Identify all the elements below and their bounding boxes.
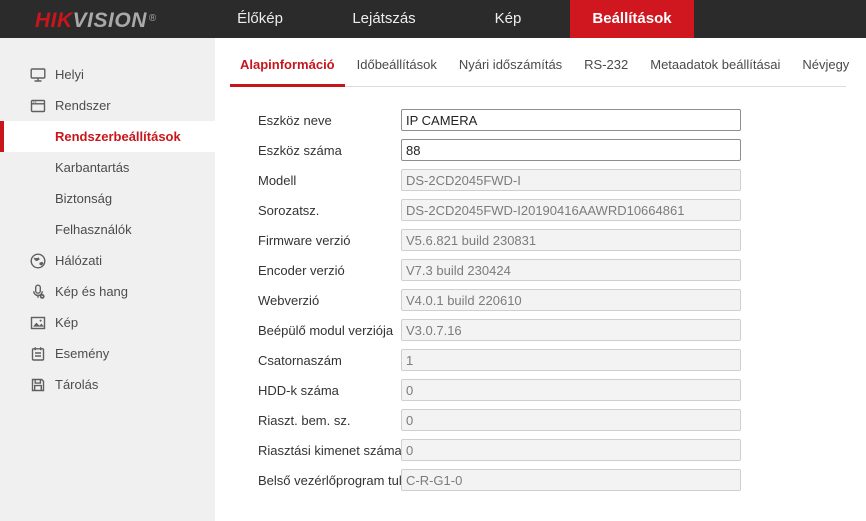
tab-time-settings[interactable]: Időbeállítások xyxy=(347,46,447,86)
image-icon xyxy=(29,314,47,332)
sidebar-item-label: Biztonság xyxy=(55,191,113,206)
device-name-input[interactable] xyxy=(401,109,741,131)
sidebar-item-image[interactable]: Kép xyxy=(0,307,215,338)
form-row: Eszköz neve xyxy=(215,105,866,135)
serial-no-label: Sorozatsz. xyxy=(258,202,320,218)
model-label: Modell xyxy=(258,172,297,188)
encoder-version-label: Encoder verzió xyxy=(258,262,345,278)
sidebar-item-label: Felhasználók xyxy=(55,222,132,237)
alarm-input-count-field xyxy=(401,409,741,431)
hikvision-logo: HIKVISION ® xyxy=(35,0,157,38)
hdd-count-field xyxy=(401,379,741,401)
sidebar-item-label: Esemény xyxy=(55,346,110,361)
form-row: Modell xyxy=(215,165,866,195)
sidebar-item-maintenance[interactable]: Karbantartás xyxy=(0,152,215,183)
firmware-version-field xyxy=(401,229,741,251)
sidebar-item-label: Kép és hang xyxy=(55,284,129,299)
basic-info-form: Eszköz neve Eszköz száma Modell Sorozats… xyxy=(215,105,866,495)
device-name-label: Eszköz neve xyxy=(258,112,332,128)
top-navigation: Élőkép Lejátszás Kép Beállítások xyxy=(198,0,694,38)
web-version-label: Webverzió xyxy=(258,292,320,308)
main-content: Alapinformáció Időbeállítások Nyári idős… xyxy=(215,38,866,521)
tab-about[interactable]: Névjegy xyxy=(792,46,859,86)
globe-icon xyxy=(29,252,47,270)
sidebar-item-network[interactable]: Hálózati xyxy=(0,245,215,276)
plugin-version-field xyxy=(401,319,741,341)
sidebar-item-storage[interactable]: Tárolás xyxy=(0,369,215,400)
web-version-field xyxy=(401,289,741,311)
tab-basic-info[interactable]: Alapinformáció xyxy=(230,46,345,87)
alarm-input-count-label: Riaszt. bem. sz. xyxy=(258,412,351,428)
sidebar-item-label: Rendszer xyxy=(55,98,111,113)
logo-hik: HIK xyxy=(35,9,73,32)
alarm-output-count-label: Riasztási kimenet száma xyxy=(258,442,401,458)
logo-vision: VISION xyxy=(72,9,147,32)
nav-tab-playback[interactable]: Lejátszás xyxy=(322,0,446,38)
notepad-icon xyxy=(29,345,47,363)
sidebar-item-label: Karbantartás xyxy=(55,160,130,175)
form-row: Sorozatsz. xyxy=(215,195,866,225)
device-no-input[interactable] xyxy=(401,139,741,161)
firmware-property-label: Belső vezérlőprogram tul... xyxy=(258,472,401,488)
device-no-label: Eszköz száma xyxy=(258,142,342,158)
sidebar-item-label: Rendszerbeállítások xyxy=(55,129,181,144)
window-icon xyxy=(29,97,47,115)
channel-count-label: Csatornaszám xyxy=(258,352,342,368)
registered-mark: ® xyxy=(148,13,157,24)
sidebar-item-system[interactable]: Rendszer xyxy=(0,90,215,121)
form-row: Firmware verzió xyxy=(215,225,866,255)
form-row: Encoder verzió xyxy=(215,255,866,285)
plugin-version-label: Beépülő modul verziója xyxy=(258,322,394,338)
sidebar-item-local[interactable]: Helyi xyxy=(0,59,215,90)
microphone-icon xyxy=(29,283,47,301)
nav-tab-picture[interactable]: Kép xyxy=(446,0,570,38)
form-row: Eszköz száma xyxy=(215,135,866,165)
hikvision-web-ui: HIKVISION ® Élőkép Lejátszás Kép Beállítá… xyxy=(0,0,866,521)
model-field xyxy=(401,169,741,191)
channel-count-field xyxy=(401,349,741,371)
form-row: Riasztási kimenet száma xyxy=(215,435,866,465)
form-row: Riaszt. bem. sz. xyxy=(215,405,866,435)
tab-metadata-settings[interactable]: Metaadatok beállításai xyxy=(640,46,790,86)
alarm-output-count-field xyxy=(401,439,741,461)
sidebar-item-system-settings[interactable]: Rendszerbeállítások xyxy=(0,121,215,152)
sidebar-item-security[interactable]: Biztonság xyxy=(0,183,215,214)
form-row: HDD-k száma xyxy=(215,375,866,405)
firmware-property-field xyxy=(401,469,741,491)
form-row: Csatornaszám xyxy=(215,345,866,375)
form-row: Webverzió xyxy=(215,285,866,315)
sidebar-item-users[interactable]: Felhasználók xyxy=(0,214,215,245)
firmware-version-label: Firmware verzió xyxy=(258,232,351,248)
settings-tab-bar: Alapinformáció Időbeállítások Nyári idős… xyxy=(230,46,849,87)
nav-tab-live-view[interactable]: Élőkép xyxy=(198,0,322,38)
sidebar-item-label: Tárolás xyxy=(55,377,99,392)
sidebar: Helyi Rendszer Rendszerbeállítások Karba… xyxy=(0,38,215,521)
sidebar-item-label: Helyi xyxy=(55,67,84,82)
tab-dst[interactable]: Nyári időszámítás xyxy=(449,46,572,86)
hdd-count-label: HDD-k száma xyxy=(258,382,339,398)
sidebar-item-event[interactable]: Esemény xyxy=(0,338,215,369)
sidebar-item-video-audio[interactable]: Kép és hang xyxy=(0,276,215,307)
tab-rs232[interactable]: RS-232 xyxy=(574,46,638,86)
sidebar-item-label: Kép xyxy=(55,315,79,330)
form-row: Beépülő modul verziója xyxy=(215,315,866,345)
form-row: Belső vezérlőprogram tul... xyxy=(215,465,866,495)
sidebar-item-label: Hálózati xyxy=(55,253,102,268)
encoder-version-field xyxy=(401,259,741,281)
nav-tab-configuration[interactable]: Beállítások xyxy=(570,0,694,38)
topbar: HIKVISION ® Élőkép Lejátszás Kép Beállítá… xyxy=(0,0,866,38)
serial-no-field xyxy=(401,199,741,221)
floppy-icon xyxy=(29,376,47,394)
monitor-icon xyxy=(29,66,47,84)
